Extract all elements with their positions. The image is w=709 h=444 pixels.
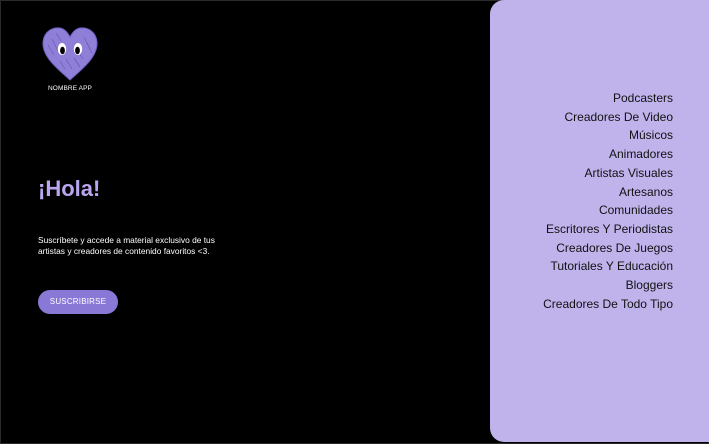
categories-panel: Podcasters Creadores De Video Músicos An… — [490, 0, 709, 442]
category-creadores-de-juegos[interactable]: Creadores De Juegos — [543, 239, 673, 258]
category-musicos[interactable]: Músicos — [543, 126, 673, 145]
category-podcasters[interactable]: Podcasters — [543, 89, 673, 108]
subscribe-button[interactable]: SUSCRIBIRSE — [38, 290, 118, 314]
heart-face-logo-icon — [42, 27, 98, 81]
app-name: NOMBRE APP — [48, 85, 92, 92]
description-text: Suscríbete y accede a material exclusivo… — [38, 235, 215, 256]
category-tutoriales-y-educacion[interactable]: Tutoriales Y Educación — [543, 257, 673, 276]
greeting-heading: ¡Hola! — [38, 176, 101, 201]
category-creadores-de-todo-tipo[interactable]: Creadores De Todo Tipo — [543, 295, 673, 314]
category-artistas-visuales[interactable]: Artistas Visuales — [543, 164, 673, 183]
category-creadores-de-video[interactable]: Creadores De Video — [543, 108, 673, 127]
category-bloggers[interactable]: Bloggers — [543, 276, 673, 295]
category-artesanos[interactable]: Artesanos — [543, 183, 673, 202]
category-list: Podcasters Creadores De Video Músicos An… — [543, 89, 673, 313]
category-animadores[interactable]: Animadores — [543, 145, 673, 164]
category-comunidades[interactable]: Comunidades — [543, 201, 673, 220]
category-escritores-y-periodistas[interactable]: Escritores Y Periodistas — [543, 220, 673, 239]
